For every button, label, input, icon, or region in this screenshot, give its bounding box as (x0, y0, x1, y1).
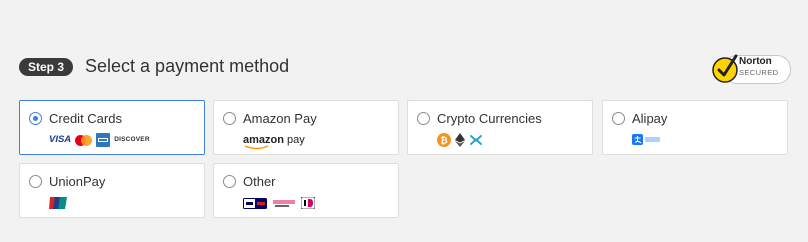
ripple-icon (470, 135, 482, 145)
alipay-icon (632, 134, 660, 145)
radio-crypto[interactable] (417, 112, 430, 125)
amazon-smile-icon (244, 145, 269, 150)
payment-option-other[interactable]: Other (213, 163, 399, 218)
svg-text:₿: ₿ (440, 136, 447, 146)
payment-option-credit-cards[interactable]: Credit Cards VISA DISCOVER (19, 100, 205, 155)
step-badge: Step 3 (19, 57, 74, 76)
norton-secured-label: SECURED (739, 68, 779, 77)
bitcoin-icon: ₿ (437, 133, 451, 147)
sofort-icon (271, 197, 297, 209)
payment-option-amazon-pay[interactable]: Amazon Pay amazon pay (213, 100, 399, 155)
norton-secured-badge: Norton SECURED (711, 52, 791, 86)
payment-option-unionpay[interactable]: UnionPay (19, 163, 205, 218)
section-header: Step 3 Select a payment method (19, 56, 289, 77)
crypto-logos: ₿ (437, 133, 483, 147)
payment-option-label: Amazon Pay (243, 111, 317, 126)
norton-brand: Norton (739, 56, 772, 67)
unionpay-logo (49, 196, 67, 210)
radio-other[interactable] (223, 175, 236, 188)
ethereum-icon (455, 133, 465, 147)
radio-alipay[interactable] (612, 112, 625, 125)
radio-amazon-pay[interactable] (223, 112, 236, 125)
alipay-logo (632, 133, 662, 147)
discover-logo: DISCOVER (114, 136, 150, 143)
amex-icon (96, 133, 111, 147)
payment-option-label: UnionPay (49, 174, 106, 189)
page-title: Select a payment method (85, 56, 290, 76)
giropay-icon (243, 197, 267, 209)
payment-option-label: Alipay (632, 111, 668, 126)
payment-method-section: Step 3 Select a payment method Norton SE… (0, 0, 808, 242)
pay-word: pay (287, 134, 305, 146)
payment-option-label: Other (243, 174, 276, 189)
payment-option-label: Crypto Currencies (437, 111, 542, 126)
radio-credit-cards[interactable] (29, 112, 42, 125)
ideal-icon (301, 197, 315, 209)
payment-option-alipay[interactable]: Alipay (602, 100, 788, 155)
mastercard-icon (75, 134, 93, 146)
norton-check-icon (712, 54, 738, 83)
visa-logo: VISA (49, 134, 72, 145)
radio-unionpay[interactable] (29, 175, 42, 188)
credit-card-logos: VISA DISCOVER (49, 133, 150, 147)
unionpay-icon (49, 197, 67, 209)
payment-option-crypto[interactable]: Crypto Currencies ₿ (407, 100, 593, 155)
other-logos (243, 196, 315, 210)
payment-option-label: Credit Cards (49, 111, 122, 126)
